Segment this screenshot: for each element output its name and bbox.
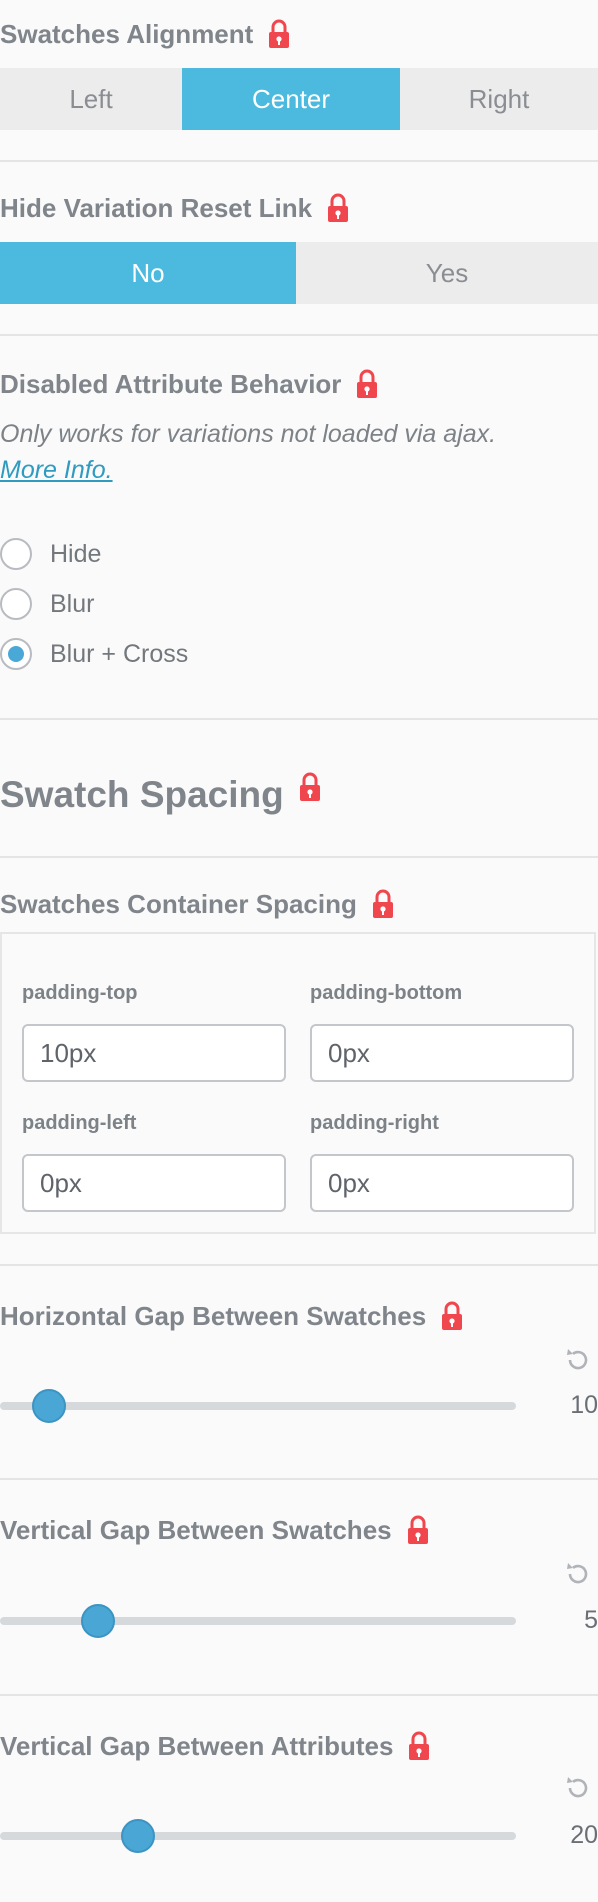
- attribute-gap-value: 20: [570, 1821, 598, 1849]
- lock-icon[interactable]: [407, 1731, 431, 1761]
- radio-circle[interactable]: [0, 638, 32, 670]
- reset-icon[interactable]: [564, 1774, 592, 1802]
- radio-hide[interactable]: Hide: [0, 536, 101, 572]
- radio-circle[interactable]: [0, 538, 32, 570]
- attribute-gap-label: Vertical Gap Between Attributes: [0, 1726, 431, 1766]
- settings-panel: Swatches Alignment Left Center Right Hid…: [0, 0, 598, 1902]
- swatches-alignment-segmented: Left Center Right: [0, 68, 598, 130]
- disabled-behavior-note: Only works for variations not loaded via…: [0, 420, 497, 448]
- divider: [0, 1264, 598, 1266]
- alignment-center-button[interactable]: Center: [182, 68, 400, 130]
- radio-circle[interactable]: [0, 588, 32, 620]
- divider: [0, 1694, 598, 1696]
- padding-left-input[interactable]: [22, 1154, 286, 1212]
- more-info-link[interactable]: More Info.: [0, 456, 113, 485]
- alignment-right-button[interactable]: Right: [400, 68, 598, 130]
- horizontal-gap-slider-handle[interactable]: [32, 1389, 66, 1423]
- radio-label: Blur: [50, 589, 95, 618]
- hide-reset-segmented: No Yes: [0, 242, 598, 304]
- padding-bottom-label: padding-bottom: [310, 982, 463, 1004]
- divider: [0, 1478, 598, 1480]
- padding-top-label: padding-top: [22, 982, 138, 1004]
- vertical-gap-slider-handle[interactable]: [81, 1604, 115, 1638]
- divider: [0, 856, 598, 858]
- lock-icon[interactable]: [355, 369, 379, 399]
- reset-icon[interactable]: [564, 1346, 592, 1374]
- attribute-gap-slider-handle[interactable]: [121, 1819, 155, 1853]
- horizontal-gap-value: 10: [570, 1391, 598, 1419]
- divider: [0, 718, 598, 720]
- attribute-gap-track[interactable]: [0, 1832, 516, 1840]
- lock-icon[interactable]: [371, 889, 395, 919]
- horizontal-gap-label: Horizontal Gap Between Swatches: [0, 1296, 464, 1336]
- vertical-gap-value: 5: [584, 1606, 598, 1634]
- container-spacing-box: padding-top padding-bottom padding-left …: [0, 932, 596, 1234]
- divider: [0, 160, 598, 162]
- radio-label: Blur + Cross: [50, 639, 189, 668]
- vertical-gap-track[interactable]: [0, 1617, 516, 1625]
- swatch-spacing-title: Swatch Spacing: [0, 770, 322, 820]
- horizontal-gap-track[interactable]: [0, 1402, 516, 1410]
- divider: [0, 334, 598, 336]
- radio-blur-cross[interactable]: Blur + Cross: [0, 636, 188, 672]
- lock-icon[interactable]: [326, 193, 350, 223]
- container-spacing-label: Swatches Container Spacing: [0, 884, 395, 924]
- lock-icon[interactable]: [406, 1515, 430, 1545]
- hide-reset-label: Hide Variation Reset Link: [0, 188, 350, 228]
- alignment-left-button[interactable]: Left: [0, 68, 182, 130]
- hide-reset-yes-button[interactable]: Yes: [296, 242, 598, 304]
- padding-left-label: padding-left: [22, 1112, 137, 1134]
- padding-top-input[interactable]: [22, 1024, 286, 1082]
- radio-blur[interactable]: Blur: [0, 586, 94, 622]
- lock-icon[interactable]: [440, 1301, 464, 1331]
- radio-label: Hide: [50, 539, 102, 568]
- padding-right-label: padding-right: [310, 1112, 439, 1134]
- lock-icon[interactable]: [267, 19, 291, 49]
- padding-bottom-input[interactable]: [310, 1024, 574, 1082]
- reset-icon[interactable]: [564, 1560, 592, 1588]
- hide-reset-no-button[interactable]: No: [0, 242, 296, 304]
- lock-icon[interactable]: [298, 772, 322, 802]
- swatches-alignment-label: Swatches Alignment: [0, 14, 291, 54]
- vertical-gap-label: Vertical Gap Between Swatches: [0, 1510, 430, 1550]
- padding-right-input[interactable]: [310, 1154, 574, 1212]
- disabled-behavior-label: Disabled Attribute Behavior: [0, 364, 379, 404]
